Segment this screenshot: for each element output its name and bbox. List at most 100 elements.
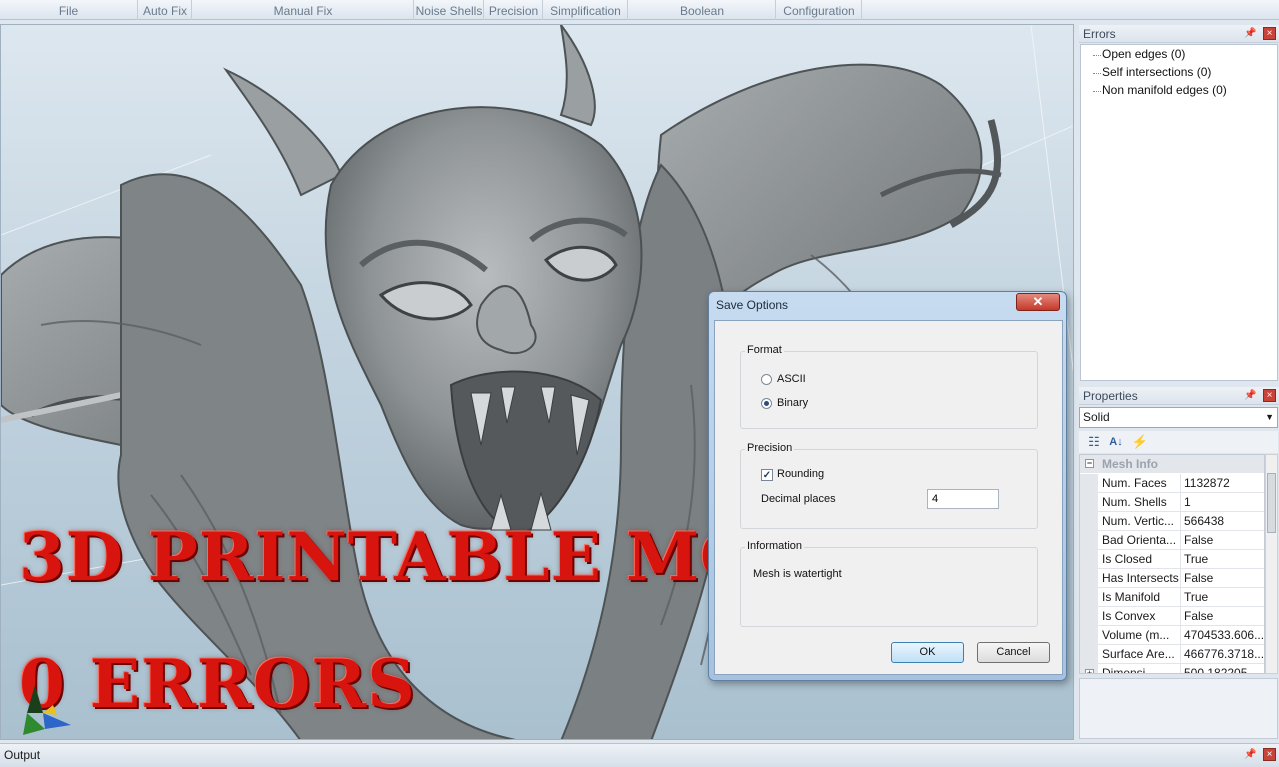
ascii-radio[interactable] [761, 374, 772, 385]
property-column-divider [1180, 512, 1181, 531]
category-row-mesh-info[interactable]: − Mesh Info [1080, 455, 1264, 473]
property-column-divider [1180, 550, 1181, 569]
property-value[interactable]: 1 [1184, 495, 1264, 509]
tree-connector [1093, 73, 1101, 74]
output-panel-title: Output [4, 748, 41, 762]
ok-button[interactable]: OK [891, 642, 964, 663]
property-value[interactable]: 466776.3718... [1184, 647, 1264, 661]
pin-icon[interactable]: 📌 [1244, 389, 1256, 402]
property-column-divider [1180, 474, 1181, 493]
property-value[interactable]: 4704533.606... [1184, 628, 1264, 642]
rounding-checkbox[interactable]: ✓ [761, 469, 773, 481]
property-value[interactable]: True [1184, 590, 1264, 604]
save-options-dialog: Save Options ✕ Format ASCII Binary Preci… [708, 291, 1067, 681]
property-column-divider [1180, 493, 1181, 512]
cancel-button[interactable]: Cancel [977, 642, 1050, 663]
errors-tree: Open edges (0) Self intersections (0) No… [1080, 44, 1278, 381]
property-row[interactable]: Is Manifold True [1080, 588, 1264, 607]
binary-radio-label[interactable]: Binary [777, 397, 808, 409]
property-row[interactable]: Has Intersects False [1080, 569, 1264, 588]
errors-panel-close-icon[interactable]: × [1263, 27, 1276, 40]
information-group: Information Mesh is watertight [740, 540, 1038, 627]
output-panel-close-icon[interactable]: × [1263, 748, 1276, 761]
events-lightning-icon[interactable]: ⚡ [1131, 433, 1149, 451]
collapse-icon[interactable]: − [1085, 459, 1094, 468]
property-column-divider [1180, 531, 1181, 550]
property-name: Is Closed [1102, 552, 1153, 566]
property-row[interactable]: Num. Shells 1 [1080, 493, 1264, 512]
ribbon-group-auto-fix[interactable]: Auto Fix [139, 0, 192, 20]
property-row[interactable]: Num. Vertic... 566438 [1080, 512, 1264, 531]
object-select-value: Solid [1083, 410, 1110, 424]
property-value[interactable]: 1132872 [1184, 476, 1264, 490]
ribbon-group-configuration[interactable]: Configuration [777, 0, 862, 20]
property-grid-scrollbar[interactable] [1265, 454, 1278, 674]
property-name: Volume (m... [1102, 628, 1170, 642]
property-row[interactable]: Is Closed True [1080, 550, 1264, 569]
pin-icon[interactable]: 📌 [1244, 27, 1256, 40]
binary-radio[interactable] [761, 398, 772, 409]
decimal-places-label: Decimal places [761, 493, 836, 505]
property-row[interactable]: Is Convex False [1080, 607, 1264, 626]
property-name: Bad Orienta... [1102, 533, 1177, 547]
property-name: Has Intersects [1102, 571, 1179, 585]
property-row-gutter [1080, 607, 1098, 626]
property-column-divider [1180, 588, 1181, 607]
information-legend: Information [745, 540, 805, 552]
property-value[interactable]: 566438 [1184, 514, 1264, 528]
property-value[interactable]: False [1184, 609, 1264, 623]
property-row[interactable]: Num. Faces 1132872 [1080, 474, 1264, 493]
property-name: Num. Vertic... [1102, 514, 1175, 528]
property-row[interactable]: + Dimensi... 500.182205... [1080, 664, 1264, 674]
property-row-gutter [1080, 474, 1098, 493]
properties-panel-title: Properties [1083, 389, 1138, 403]
chevron-down-icon: ▼ [1265, 412, 1274, 422]
rounding-checkbox-label[interactable]: Rounding [777, 468, 824, 480]
ribbon-group-boolean[interactable]: Boolean [629, 0, 776, 20]
ribbon-group-precision[interactable]: Precision [485, 0, 543, 20]
ribbon-group-noise-shells[interactable]: Noise Shells [415, 0, 484, 20]
errors-panel-title: Errors [1083, 27, 1116, 41]
property-name: Num. Faces [1102, 476, 1167, 490]
output-panel-header: Output 📌 × [0, 743, 1279, 767]
property-name: Dimensi... [1102, 666, 1156, 674]
property-row[interactable]: Bad Orienta... False [1080, 531, 1264, 550]
property-row-gutter: + [1080, 664, 1098, 673]
precision-group: Precision ✓ Rounding Decimal places [740, 442, 1038, 529]
tree-connector [1093, 55, 1101, 56]
dialog-close-button[interactable]: ✕ [1016, 293, 1060, 311]
property-name: Surface Are... [1102, 647, 1175, 661]
ribbon-group-file[interactable]: File [0, 0, 138, 20]
property-column-divider [1180, 645, 1181, 664]
property-row[interactable]: Surface Are... 466776.3718... [1080, 645, 1264, 664]
property-grid: − Mesh Info Num. Faces 1132872 Num. Shells… [1079, 454, 1265, 674]
properties-panel-close-icon[interactable]: × [1263, 389, 1276, 402]
property-description-area [1079, 678, 1278, 739]
decimal-places-input[interactable] [927, 489, 999, 509]
property-row-gutter [1080, 512, 1098, 531]
properties-toolbar: ☷ A↓ ⚡ [1079, 431, 1278, 453]
sort-alphabetical-icon[interactable]: A↓ [1107, 433, 1125, 451]
ribbon-group-manual-fix[interactable]: Manual Fix [193, 0, 414, 20]
property-column-divider [1180, 626, 1181, 645]
axis-gizmo-icon [23, 685, 71, 735]
object-select[interactable]: Solid ▼ [1079, 407, 1278, 428]
property-row-gutter [1080, 493, 1098, 512]
format-group: Format ASCII Binary [740, 344, 1038, 429]
categorized-view-icon[interactable]: ☷ [1085, 433, 1103, 451]
property-value[interactable]: True [1184, 552, 1264, 566]
ascii-radio-label[interactable]: ASCII [777, 373, 806, 385]
property-row[interactable]: Volume (m... 4704533.606... [1080, 626, 1264, 645]
error-item-open-edges[interactable]: Open edges (0) [1102, 47, 1185, 61]
property-value[interactable]: 500.182205... [1184, 666, 1264, 673]
ribbon-group-simplification[interactable]: Simplification [544, 0, 628, 20]
error-item-non-manifold-edges[interactable]: Non manifold edges (0) [1102, 83, 1227, 97]
scrollbar-thumb[interactable] [1267, 473, 1276, 533]
property-value[interactable]: False [1184, 533, 1264, 547]
property-row-gutter [1080, 588, 1098, 607]
expand-icon[interactable]: + [1085, 669, 1094, 673]
pin-icon[interactable]: 📌 [1244, 748, 1256, 761]
error-item-self-intersections[interactable]: Self intersections (0) [1102, 65, 1211, 79]
tree-connector [1093, 91, 1101, 92]
property-value[interactable]: False [1184, 571, 1264, 585]
